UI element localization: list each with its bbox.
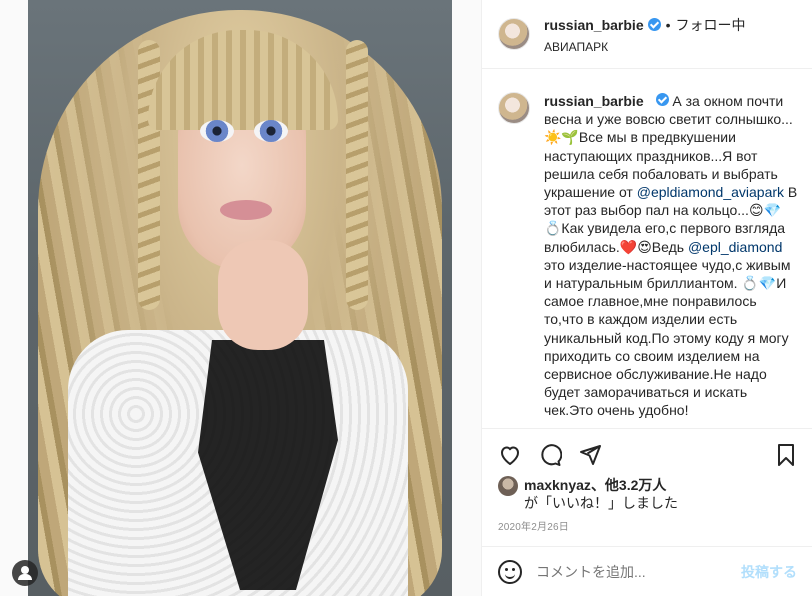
post-photo[interactable]	[28, 0, 452, 596]
comment-bar: 投稿する	[482, 546, 812, 596]
likes-suffix: が「いいね！」しました	[524, 495, 678, 511]
caption-avatar[interactable]	[498, 92, 530, 124]
verified-icon	[647, 18, 661, 31]
caption-mention-link[interactable]: @epl_diamond	[688, 239, 782, 255]
photo-lips	[220, 200, 272, 220]
avatar[interactable]	[498, 18, 530, 50]
verified-icon	[655, 93, 669, 106]
likes-count[interactable]: 、他3.2万人	[591, 477, 666, 493]
caption-mention-link[interactable]: @epldiamond_aviapark	[637, 184, 784, 200]
header-text: russian_barbie • フォロー中 АВИАПАРК	[544, 15, 746, 54]
comment-input[interactable]	[536, 563, 741, 580]
location-link[interactable]: АВИАПАРК	[544, 40, 746, 54]
post-header: russian_barbie • フォロー中 АВИАПАРК	[482, 0, 812, 69]
post-comment-button[interactable]: 投稿する	[741, 562, 797, 582]
follow-button[interactable]: フォロー中	[676, 15, 746, 35]
share-icon[interactable]	[578, 443, 602, 467]
caption-username[interactable]: russian_barbie	[544, 93, 644, 109]
photo-eye-right	[254, 120, 288, 142]
bookmark-icon[interactable]	[774, 443, 798, 467]
emoji-icon[interactable]	[498, 559, 522, 584]
header-separator: •	[665, 16, 671, 33]
post-panel: russian_barbie • フォロー中 АВИАПАРК russian_…	[481, 0, 812, 596]
header-username[interactable]: russian_barbie	[544, 17, 644, 33]
photo-braid-right	[346, 40, 368, 310]
caption-body-part3: это изделие-настоящее чудо,с живым и нат…	[544, 256, 791, 419]
comment-icon[interactable]	[538, 443, 562, 467]
action-bar	[482, 428, 812, 478]
post-date[interactable]: 2020年2月26日	[498, 518, 569, 533]
liker-avatar[interactable]	[498, 476, 518, 496]
user-tag-icon-body	[18, 574, 32, 580]
user-tag-icon-head	[21, 566, 29, 574]
photo-eye-left	[200, 120, 234, 142]
header-line: russian_barbie • フォロー中	[544, 15, 746, 35]
caption: russian_barbie А за окном почти весна и …	[498, 92, 798, 428]
user-tag-icon[interactable]	[12, 560, 38, 586]
likes-row: maxknyaz、他3.2万人 が「いいね！」しました	[498, 476, 798, 512]
heart-icon[interactable]	[498, 443, 522, 467]
post-media	[0, 0, 481, 596]
likes-text: maxknyaz、他3.2万人 が「いいね！」しました	[524, 476, 678, 512]
photo-hand	[218, 240, 308, 350]
caption-text: russian_barbie А за окном почти весна и …	[544, 92, 798, 428]
liker-username[interactable]: maxknyaz	[524, 477, 591, 493]
